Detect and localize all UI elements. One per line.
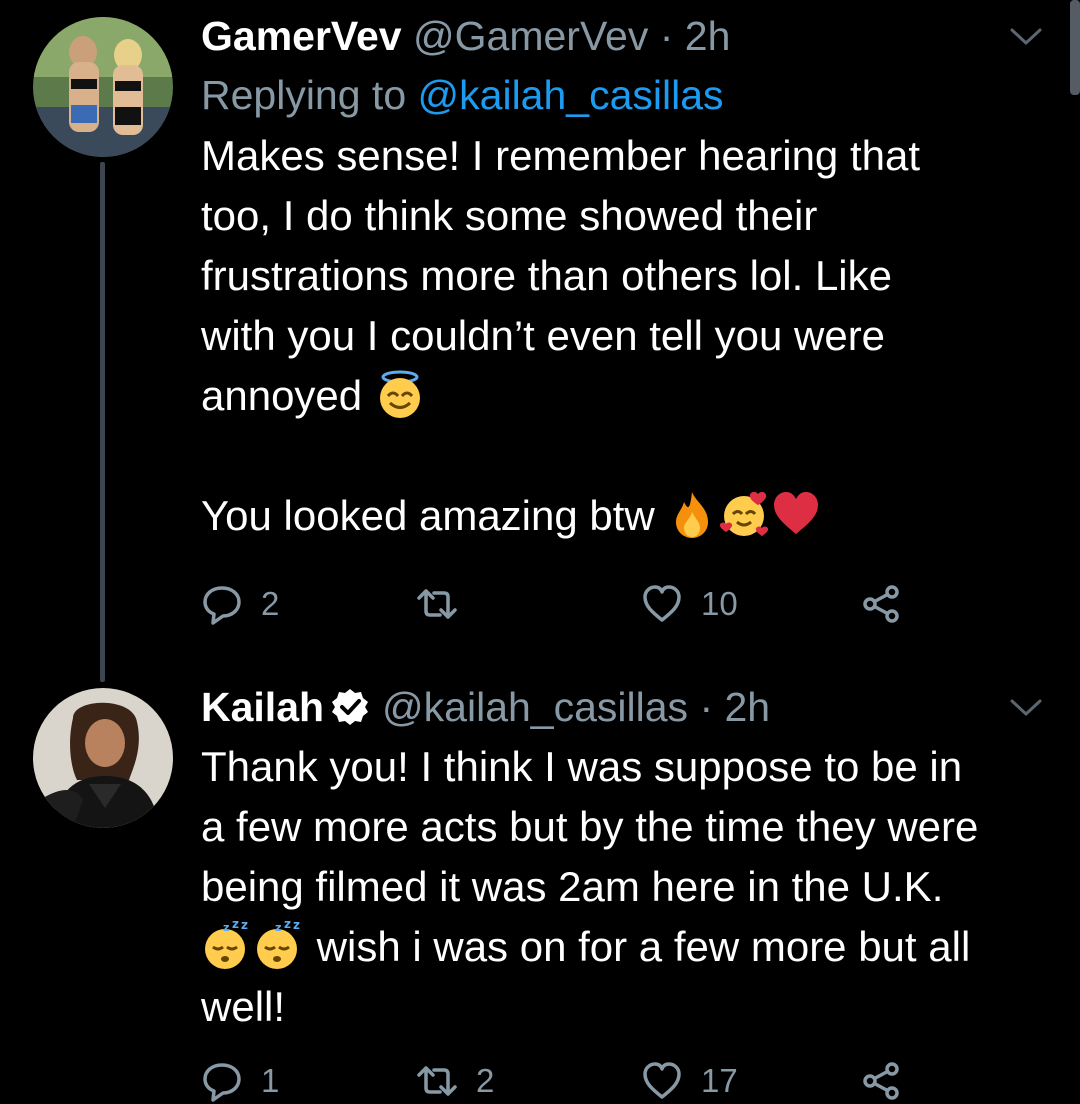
reply-prefix: Replying to [201,72,407,118]
tweet-line: too, I do think some showed their [201,192,818,239]
smiling-face-with-hearts-emoji [718,488,770,540]
like-count: 17 [701,1062,738,1099]
sleeping-face-emoji: z z z [253,919,305,971]
tweet-line: wish i was on for a few more but all [316,923,971,970]
tweet-line: with you I couldn’t even tell you were [201,312,886,359]
like-button[interactable]: 10 [641,581,738,627]
heart-icon [641,583,683,625]
share-icon [861,1060,903,1102]
reply-button[interactable]: 1 [201,1058,279,1104]
timestamp[interactable]: 2h [725,684,771,730]
display-name[interactable]: Kailah [201,684,324,730]
heart-icon [641,1060,683,1102]
reply-context: Replying to @kailah_casillas [201,70,1050,120]
handle[interactable]: @GamerVev [413,13,648,59]
thread-line [100,162,105,682]
svg-text:z: z [284,919,291,931]
tweet-line: well! [201,983,286,1030]
retweet-icon [416,583,458,625]
chevron-down-icon[interactable] [1008,695,1044,719]
tweet-line-with-emoji: You looked amazing btw [201,486,1050,546]
separator-dot: · [659,13,674,59]
scrollbar[interactable] [1070,0,1080,95]
svg-text:z: z [293,919,300,932]
separator-dot: · [699,684,714,730]
share-icon [861,583,903,625]
avatar-kailah[interactable] [33,688,173,828]
svg-text:z: z [241,919,248,932]
timestamp[interactable]: 2h [685,13,731,59]
tweet-actions: 1 2 17 [201,1058,921,1104]
tweet-line-with-emoji: annoyed [201,366,1050,426]
retweet-icon [416,1060,458,1102]
tweet-line: Makes sense! I remember hearing that [201,132,921,179]
svg-text:z: z [275,921,281,934]
svg-text:z: z [223,921,229,934]
reply-count: 2 [261,585,280,622]
handle[interactable]: @kailah_casillas [382,684,688,730]
tweet-line: Thank you! I think I was suppose to be i… [201,743,963,790]
tweet-header: GamerVev @GamerVev · 2h [201,12,1050,60]
tweet-line-with-emoji: z z z z z z wish i was on for a few more… [201,917,1050,977]
reply-button[interactable]: 2 [201,581,279,627]
svg-text:z: z [232,919,239,931]
retweet-button[interactable]: 2 [416,1058,494,1104]
chevron-down-icon[interactable] [1008,24,1044,48]
tweet-line: annoyed [201,372,363,419]
smiling-face-with-halo-emoji [374,368,426,420]
tweet-text: Makes sense! I remember hearing that too… [201,126,1050,546]
like-button[interactable]: 17 [641,1058,738,1104]
tweet-line: You looked amazing btw [201,492,655,539]
reply-count: 1 [261,1062,280,1099]
tweet-header: Kailah @kailah_casillas · 2h [201,683,1050,731]
tweet-line: a few more acts but by the time they wer… [201,803,979,850]
reply-icon [201,1060,243,1102]
like-count: 10 [701,585,738,622]
reply-icon [201,583,243,625]
tweet-line: frustrations more than others lol. Like [201,252,892,299]
avatar-gamervev[interactable] [33,17,173,157]
red-heart-emoji [770,488,822,540]
reply-mention[interactable]: @kailah_casillas [418,72,724,118]
share-button[interactable] [861,581,903,627]
tweet-line: being filmed it was 2am here in the U.K. [201,863,944,910]
retweet-button[interactable] [416,581,476,627]
share-button[interactable] [861,1058,903,1104]
display-name[interactable]: GamerVev [201,13,402,59]
tweet-actions: 2 10 [201,581,921,627]
tweet-text: Thank you! I think I was suppose to be i… [201,737,1050,1037]
fire-emoji [666,488,718,540]
retweet-count: 2 [476,1062,495,1099]
verified-badge-icon [330,687,370,727]
sleeping-face-emoji: z z z [201,919,253,971]
